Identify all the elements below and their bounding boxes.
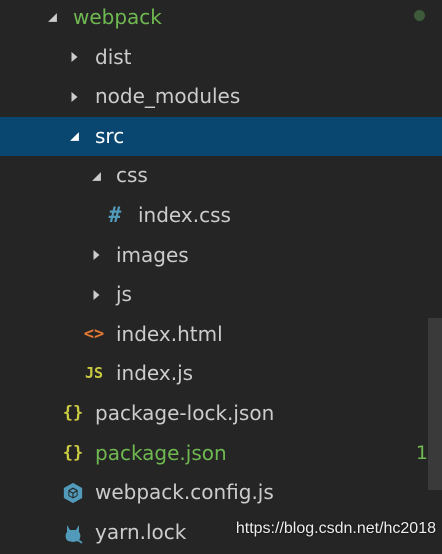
folder-dist[interactable]: dist — [0, 38, 442, 78]
file-label: index.html — [116, 321, 223, 346]
css-file-icon: # — [108, 202, 122, 227]
chevron-expanded-icon[interactable] — [88, 156, 104, 196]
folder-label: webpack — [73, 5, 162, 29]
file-label: package.json — [95, 440, 227, 465]
json-file-icon: {} — [62, 442, 84, 463]
html-file-icon: <> — [83, 323, 105, 344]
file-webpack-config-js[interactable]: webpack.config.js — [0, 473, 442, 513]
folder-node-modules[interactable]: node_modules — [0, 77, 442, 117]
file-index-js[interactable]: JS index.js — [0, 354, 442, 394]
folder-css[interactable]: css — [0, 156, 442, 196]
folder-label: node_modules — [95, 84, 241, 109]
chevron-collapsed-icon[interactable] — [88, 236, 104, 276]
chevron-collapsed-icon[interactable] — [66, 38, 82, 78]
folder-src[interactable]: src — [0, 116, 442, 157]
folder-images[interactable]: images — [0, 236, 442, 276]
file-label: yarn.lock — [95, 519, 187, 544]
file-package-json[interactable]: {} package.json 1 — [0, 434, 442, 474]
folder-label: css — [116, 163, 148, 188]
watermark-text: https://blog.csdn.net/hc2018 — [235, 520, 436, 537]
folder-label: images — [116, 242, 189, 267]
js-file-icon: JS — [84, 364, 104, 383]
yarn-cat-icon — [60, 513, 86, 553]
webpack-cube-icon — [60, 473, 86, 513]
folder-webpack[interactable]: webpack — [0, 0, 442, 38]
json-file-icon: {} — [62, 402, 84, 423]
file-index-css[interactable]: # index.css — [0, 196, 442, 236]
problem-count-badge: 1 — [415, 441, 428, 464]
file-label: index.css — [138, 202, 231, 227]
chevron-expanded-icon[interactable] — [66, 117, 82, 157]
file-explorer-tree: webpack dist node_modules src css # inde… — [0, 0, 442, 554]
chevron-collapsed-icon[interactable] — [66, 77, 82, 117]
folder-js[interactable]: js — [0, 275, 442, 315]
file-package-lock-json[interactable]: {} package-lock.json — [0, 394, 442, 434]
chevron-collapsed-icon[interactable] — [88, 275, 104, 315]
file-index-html[interactable]: <> index.html — [0, 315, 442, 355]
folder-label: src — [95, 123, 125, 148]
folder-label: dist — [95, 44, 132, 69]
vertical-scrollbar[interactable] — [428, 318, 442, 490]
chevron-expanded-icon[interactable] — [44, 0, 60, 38]
modified-dot-icon — [414, 10, 425, 21]
file-label: package-lock.json — [95, 400, 275, 425]
file-label: webpack.config.js — [95, 480, 274, 505]
file-label: index.js — [116, 361, 194, 386]
folder-label: js — [116, 282, 132, 307]
